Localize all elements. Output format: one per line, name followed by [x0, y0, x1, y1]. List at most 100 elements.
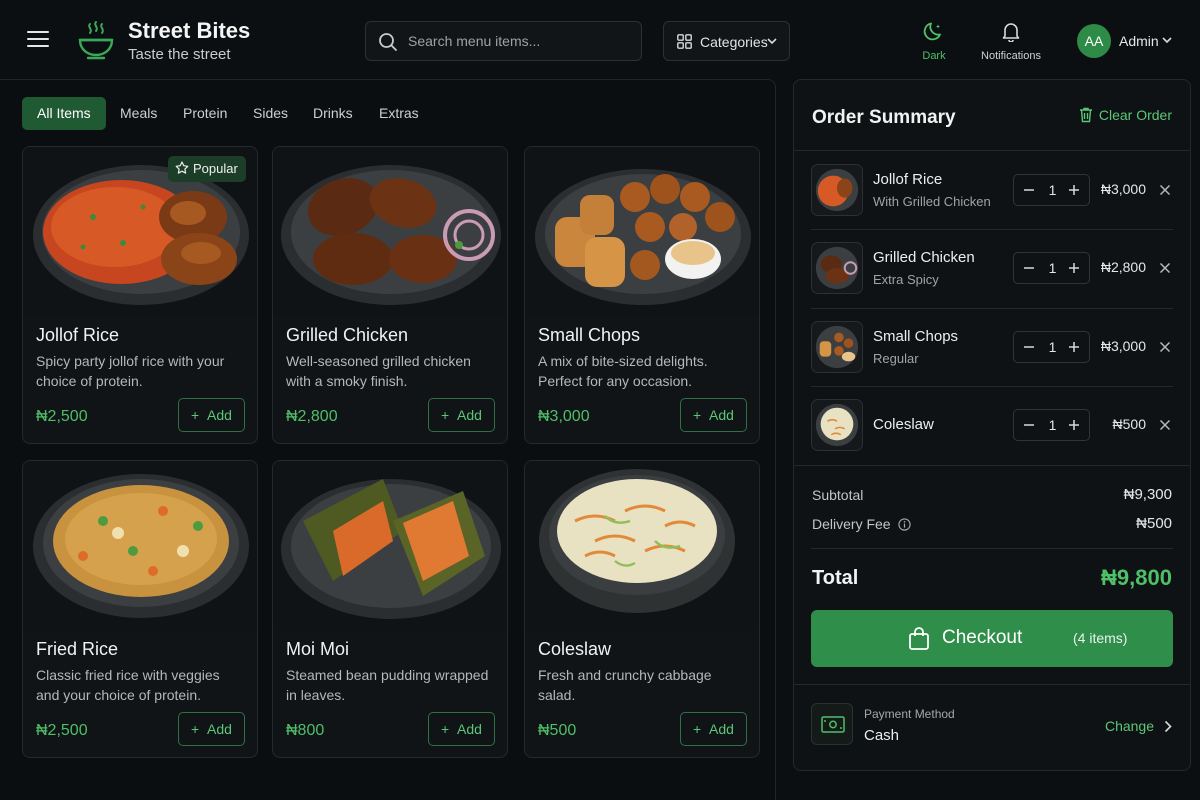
- notifications-button[interactable]: Notifications: [978, 20, 1044, 62]
- add-button[interactable]: + Add: [680, 398, 747, 432]
- tab-extras[interactable]: Extras: [379, 97, 419, 130]
- bowl-logo-icon: [78, 21, 114, 60]
- grilled-chicken-image: [273, 147, 507, 317]
- order-item-name: Jollof Rice: [873, 171, 943, 188]
- item-price: ₦3,000: [538, 408, 590, 425]
- menu-card-jollof-rice[interactable]: Popular Jollof Rice Spicy party jollof r…: [22, 146, 258, 444]
- plus-icon[interactable]: [1067, 340, 1081, 354]
- brand-subtitle: Taste the street: [128, 46, 231, 63]
- tab-drinks[interactable]: Drinks: [313, 97, 353, 130]
- order-item-variant: With Grilled Chicken: [873, 194, 991, 209]
- quantity-value: 1: [1048, 182, 1057, 198]
- item-description: Well-seasoned grilled chicken with a smo…: [286, 353, 471, 389]
- menu-card-grilled-chicken[interactable]: Grilled Chicken Well-seasoned grilled ch…: [272, 146, 508, 444]
- minus-icon[interactable]: [1022, 183, 1036, 197]
- info-icon[interactable]: [897, 518, 911, 531]
- add-button[interactable]: + Add: [428, 398, 495, 432]
- subtotal-value: ₦9,300: [1123, 486, 1172, 503]
- order-item-variant: Extra Spicy: [873, 272, 939, 287]
- close-icon[interactable]: [1159, 262, 1171, 274]
- add-button[interactable]: + Add: [178, 712, 245, 746]
- small-chops-image: [525, 147, 759, 317]
- categories-dropdown[interactable]: Categories: [663, 21, 790, 61]
- plus-icon[interactable]: [1067, 418, 1081, 432]
- tab-sides[interactable]: Sides: [253, 97, 288, 130]
- cash-icon: [821, 716, 845, 733]
- small-chops-thumbnail: [811, 321, 863, 373]
- menu-card-small-chops[interactable]: Small Chops A mix of bite-sized delights…: [524, 146, 760, 444]
- divider: [811, 308, 1173, 309]
- payment-method-label: Payment Method: [864, 707, 955, 721]
- add-label: Add: [709, 721, 734, 737]
- search-input[interactable]: [408, 22, 633, 60]
- quantity-stepper: 1: [1013, 409, 1090, 441]
- tab-protein[interactable]: Protein: [183, 97, 227, 130]
- minus-icon[interactable]: [1022, 261, 1036, 275]
- item-price: ₦2,500: [36, 408, 88, 425]
- plus-icon[interactable]: [1067, 183, 1081, 197]
- top-bar: Street Bites Taste the street Categories…: [0, 0, 1200, 80]
- menu-card-moi-moi[interactable]: Moi Moi Steamed bean pudding wrapped in …: [272, 460, 508, 758]
- order-item-price: ₦3,000: [1100, 338, 1146, 354]
- order-item-name: Coleslaw: [873, 416, 934, 433]
- popular-label: Popular: [193, 161, 238, 176]
- payment-method-icon-box: [811, 703, 853, 745]
- divider: [811, 548, 1173, 549]
- jollof-rice-thumbnail: [811, 164, 863, 216]
- add-button[interactable]: + Add: [680, 712, 747, 746]
- grid-icon: [677, 34, 692, 49]
- order-item-name: Grilled Chicken: [873, 249, 975, 266]
- plus-icon[interactable]: [1067, 261, 1081, 275]
- minus-icon[interactable]: [1022, 418, 1036, 432]
- close-icon[interactable]: [1159, 341, 1171, 353]
- quantity-value: 1: [1048, 339, 1057, 355]
- item-description: Spicy party jollof rice with your choice…: [36, 353, 225, 389]
- clear-order-button[interactable]: Clear Order: [1079, 107, 1172, 123]
- checkout-label: Checkout: [942, 627, 1023, 648]
- user-name[interactable]: Admin: [1119, 33, 1159, 49]
- item-description: Fresh and crunchy cabbage salad.: [538, 667, 712, 703]
- item-price: ₦500: [538, 722, 577, 739]
- add-label: Add: [709, 407, 734, 423]
- menu-icon[interactable]: [27, 31, 49, 49]
- add-button[interactable]: + Add: [178, 398, 245, 432]
- divider: [794, 684, 1190, 685]
- close-icon[interactable]: [1159, 184, 1171, 196]
- search-icon: [379, 33, 397, 51]
- bell-icon: [1002, 23, 1020, 43]
- menu-card-coleslaw[interactable]: Coleslaw Fresh and crunchy cabbage salad…: [524, 460, 760, 758]
- search-box[interactable]: [365, 21, 642, 61]
- quantity-value: 1: [1048, 417, 1057, 433]
- item-name: Grilled Chicken: [286, 325, 409, 345]
- shopping-bag-icon: [909, 627, 929, 650]
- coleslaw-image: [525, 461, 759, 631]
- add-label: Add: [207, 721, 232, 737]
- menu-panel: All Items Meals Protein Sides Drinks Ext…: [0, 79, 776, 800]
- theme-toggle-button[interactable]: Dark: [915, 20, 953, 62]
- fried-rice-image: [23, 461, 257, 631]
- menu-card-fried-rice[interactable]: Fried Rice Classic fried rice with veggi…: [22, 460, 258, 758]
- checkout-item-count: (4 items): [1073, 630, 1128, 646]
- grilled-chicken-thumbnail: [811, 242, 863, 294]
- add-label: Add: [457, 721, 482, 737]
- order-title: Order Summary: [812, 107, 956, 128]
- tab-meals[interactable]: Meals: [120, 97, 157, 130]
- avatar[interactable]: AA: [1077, 24, 1111, 58]
- add-button[interactable]: + Add: [428, 712, 495, 746]
- minus-icon[interactable]: [1022, 340, 1036, 354]
- quantity-value: 1: [1048, 260, 1057, 276]
- divider: [811, 386, 1173, 387]
- order-item-price: ₦3,000: [1100, 181, 1146, 197]
- order-item: Jollof Rice With Grilled Chicken 1 ₦3,00…: [811, 164, 1173, 218]
- categories-label: Categories: [700, 34, 768, 50]
- item-description: A mix of bite-sized delights. Perfect fo…: [538, 353, 708, 389]
- chevron-down-icon[interactable]: [1162, 37, 1172, 44]
- item-name: Jollof Rice: [36, 325, 120, 345]
- order-item-price: ₦500: [1112, 416, 1146, 432]
- close-icon[interactable]: [1159, 419, 1171, 431]
- item-name: Fried Rice: [36, 639, 119, 659]
- order-item: Small Chops Regular 1 ₦3,000: [811, 321, 1173, 375]
- change-payment-button[interactable]: Change: [1105, 718, 1172, 734]
- tab-all-items[interactable]: All Items: [22, 97, 106, 130]
- checkout-button[interactable]: Checkout (4 items): [811, 610, 1173, 667]
